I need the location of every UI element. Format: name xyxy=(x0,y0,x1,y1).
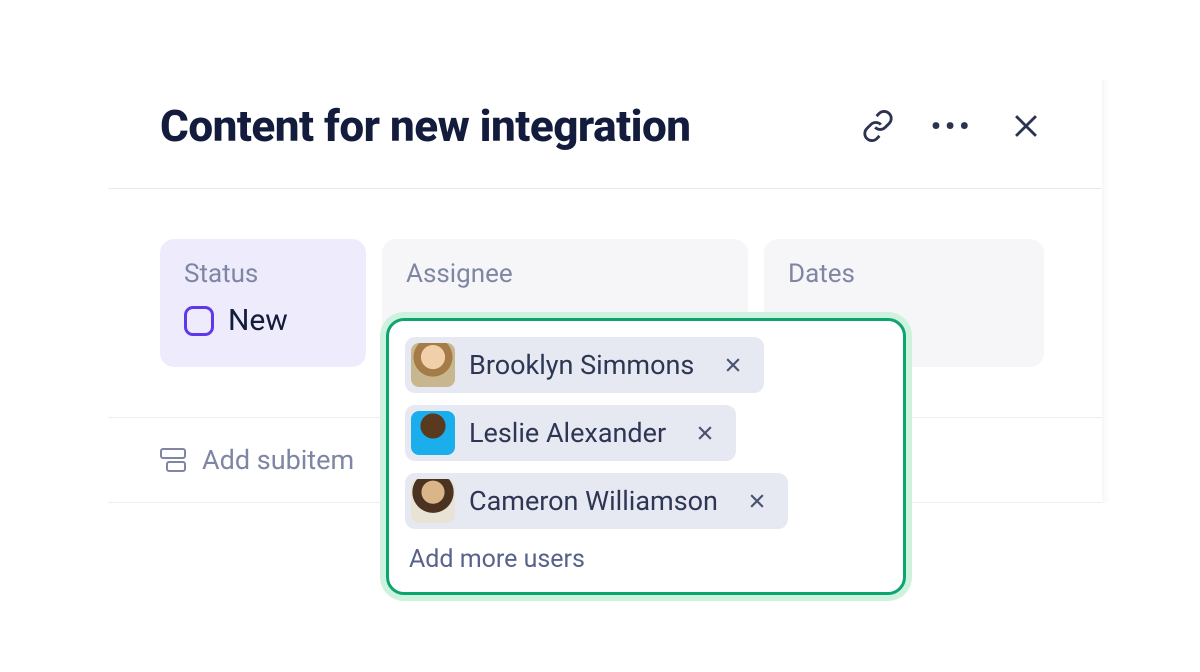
header-actions: ••• xyxy=(858,106,1046,146)
item-title[interactable]: Content for new integration xyxy=(160,100,858,152)
dates-label: Dates xyxy=(788,259,1020,289)
remove-assignee-button[interactable] xyxy=(740,484,774,518)
copy-link-button[interactable] xyxy=(858,106,898,146)
assignee-chip: Leslie Alexander xyxy=(405,405,736,461)
status-label: Status xyxy=(184,259,342,289)
assignee-name: Cameron Williamson xyxy=(469,485,718,517)
assignee-chip: Brooklyn Simmons xyxy=(405,337,764,393)
assignee-label: Assignee xyxy=(406,259,724,289)
link-icon xyxy=(861,109,895,143)
add-subitem-label: Add subitem xyxy=(202,444,354,476)
close-icon xyxy=(1009,109,1043,143)
close-icon xyxy=(747,491,767,511)
status-value: New xyxy=(228,303,288,338)
panel-header: Content for new integration ••• xyxy=(108,80,1102,189)
more-icon: ••• xyxy=(931,110,974,143)
avatar xyxy=(411,479,455,523)
avatar xyxy=(411,411,455,455)
status-field[interactable]: Status New xyxy=(160,239,366,367)
assignee-name: Brooklyn Simmons xyxy=(469,349,694,381)
status-checkbox-icon xyxy=(184,306,214,336)
avatar xyxy=(411,343,455,387)
close-icon xyxy=(723,355,743,375)
remove-assignee-button[interactable] xyxy=(716,348,750,382)
remove-assignee-button[interactable] xyxy=(688,416,722,450)
status-value-row: New xyxy=(184,303,342,338)
more-actions-button[interactable]: ••• xyxy=(932,106,972,146)
close-button[interactable] xyxy=(1006,106,1046,146)
assignee-dropdown: Brooklyn Simmons Leslie Alexander Camero… xyxy=(386,318,906,595)
assignee-name: Leslie Alexander xyxy=(469,417,666,449)
close-icon xyxy=(695,423,715,443)
add-more-users-button[interactable]: Add more users xyxy=(405,541,887,576)
assignee-chip: Cameron Williamson xyxy=(405,473,788,529)
subitem-icon xyxy=(160,448,188,472)
